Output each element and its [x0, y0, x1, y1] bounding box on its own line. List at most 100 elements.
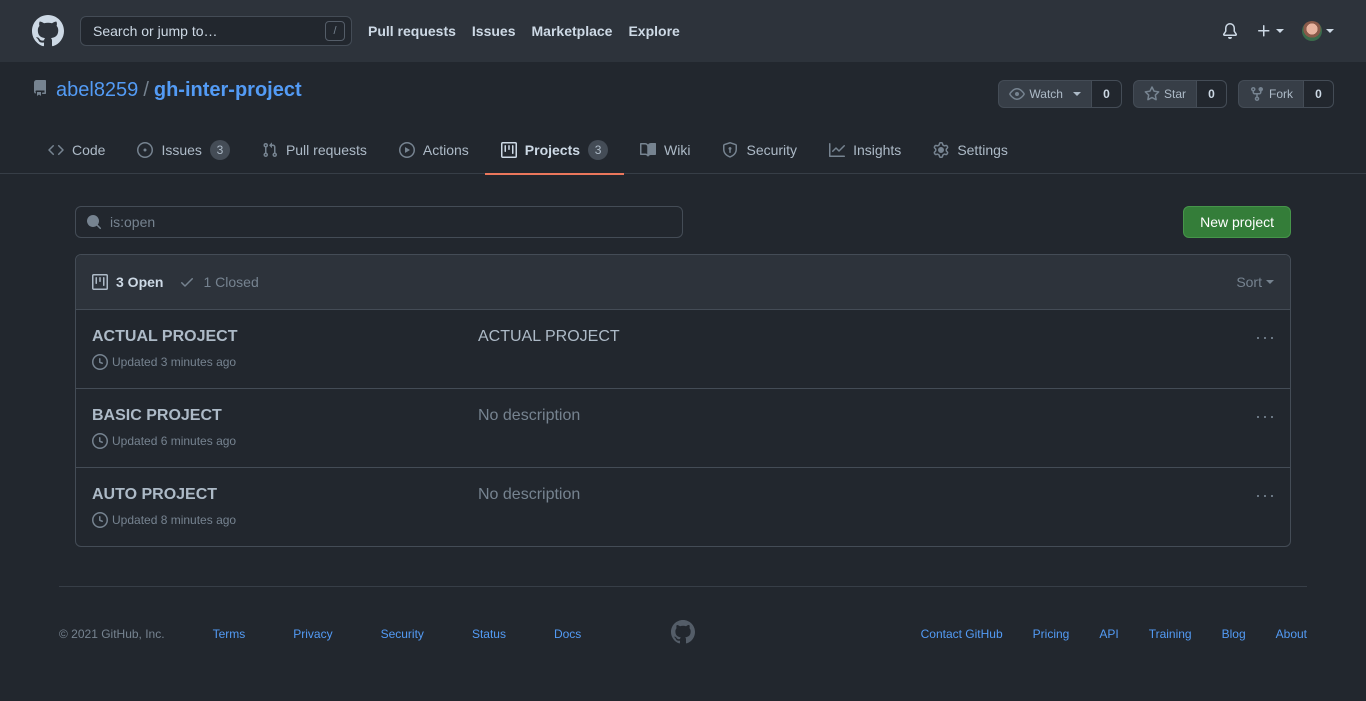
chevron-down-icon — [1276, 29, 1284, 33]
repo-name-link[interactable]: gh-inter-project — [154, 79, 302, 102]
code-icon — [48, 144, 64, 156]
updated-text: Updated 3 minutes ago — [112, 355, 237, 369]
clock-icon — [92, 512, 108, 528]
header-actions — [1222, 21, 1334, 41]
chevron-down-icon — [1326, 29, 1334, 33]
tab-label: Issues — [161, 142, 202, 158]
tab-label: Settings — [957, 142, 1008, 158]
list-item: AUTO PROJECT Updated 8 minutes ago No de… — [76, 468, 1290, 546]
footer-row: © 2021 GitHub, Inc. Terms Privacy Securi… — [59, 620, 1307, 644]
tab-issues[interactable]: Issues 3 — [121, 126, 245, 174]
tab-settings[interactable]: Settings — [917, 126, 1024, 174]
nav-pull-requests[interactable]: Pull requests — [368, 23, 456, 39]
project-title-link[interactable]: AUTO PROJECT — [92, 486, 217, 504]
create-new-dropdown[interactable] — [1256, 23, 1284, 39]
project-updated: Updated 8 minutes ago — [92, 512, 236, 528]
tab-code[interactable]: Code — [32, 126, 121, 174]
more-options-button[interactable]: ··· — [1255, 486, 1276, 504]
repo-owner-link[interactable]: abel8259 — [56, 79, 138, 102]
global-search-input[interactable]: Search or jump to… / — [80, 16, 352, 46]
eye-icon — [1009, 88, 1026, 100]
user-menu-dropdown[interactable] — [1302, 21, 1334, 41]
projects-page: New project 3 Open 1 Closed Sort ACTUAL … — [0, 174, 1366, 586]
search-icon — [87, 215, 102, 230]
footer-link-blog[interactable]: Blog — [1222, 627, 1246, 641]
avatar — [1302, 21, 1322, 41]
tab-label: Actions — [422, 142, 469, 158]
tab-security[interactable]: Security — [706, 126, 813, 174]
footer-link-pricing[interactable]: Pricing — [1033, 627, 1070, 641]
projects-filter-input[interactable] — [110, 214, 670, 230]
chevron-down-icon — [1266, 280, 1274, 284]
graph-icon — [829, 143, 846, 157]
star-count[interactable]: 0 — [1197, 80, 1227, 108]
bell-icon[interactable] — [1222, 23, 1238, 39]
github-footer-logo-icon[interactable] — [671, 620, 695, 647]
footer-link-docs[interactable]: Docs — [554, 627, 581, 641]
projects-filter[interactable] — [75, 206, 683, 238]
watch-count[interactable]: 0 — [1091, 80, 1122, 108]
tab-projects[interactable]: Projects 3 — [484, 126, 625, 175]
sort-label: Sort — [1236, 274, 1262, 290]
more-options-button[interactable]: ··· — [1255, 328, 1276, 346]
fork-label: Fork — [1269, 87, 1293, 101]
clock-icon — [92, 354, 108, 370]
star-icon — [1144, 86, 1160, 101]
star-label: Star — [1163, 87, 1186, 101]
tab-label: Projects — [524, 142, 581, 158]
copyright: © 2021 GitHub, Inc. — [59, 627, 165, 641]
footer-link-security[interactable]: Security — [381, 627, 424, 641]
repo-icon — [32, 79, 48, 102]
tab-label: Security — [746, 142, 798, 158]
footer-link-contact[interactable]: Contact GitHub — [921, 627, 1003, 641]
project-title-link[interactable]: BASIC PROJECT — [92, 407, 222, 425]
watch-button-group: Watch 0 — [998, 80, 1122, 108]
footer-links-left: Terms Privacy Security Status Docs — [213, 627, 582, 641]
watch-button[interactable]: Watch — [998, 80, 1092, 108]
github-logo-icon[interactable] — [32, 15, 64, 47]
footer-link-about[interactable]: About — [1276, 627, 1307, 641]
project-title-link[interactable]: ACTUAL PROJECT — [92, 328, 238, 346]
projects-count-badge: 3 — [588, 140, 609, 160]
footer-link-privacy[interactable]: Privacy — [293, 627, 332, 641]
search-placeholder: Search or jump to… — [93, 23, 218, 39]
issues-count-badge: 3 — [209, 140, 230, 160]
tab-wiki[interactable]: Wiki — [624, 126, 706, 174]
projects-list-header: 3 Open 1 Closed Sort — [76, 255, 1290, 310]
repo-path-separator: / — [143, 79, 149, 101]
tab-insights[interactable]: Insights — [813, 126, 917, 174]
nav-explore[interactable]: Explore — [628, 23, 679, 39]
open-projects-filter[interactable]: 3 Open — [92, 274, 163, 290]
more-options-button[interactable]: ··· — [1255, 407, 1276, 425]
project-updated: Updated 6 minutes ago — [92, 433, 236, 449]
tab-actions[interactable]: Actions — [383, 126, 485, 174]
star-button[interactable]: Star — [1132, 80, 1197, 108]
footer-link-status[interactable]: Status — [472, 627, 506, 641]
sort-dropdown[interactable]: Sort — [1236, 274, 1274, 290]
project-description: ACTUAL PROJECT — [478, 328, 620, 345]
tab-pull-requests[interactable]: Pull requests — [246, 126, 383, 174]
tab-label: Pull requests — [285, 142, 367, 158]
project-description: No description — [478, 407, 581, 424]
footer-link-training[interactable]: Training — [1149, 627, 1192, 641]
project-icon — [92, 274, 108, 290]
clock-icon — [92, 433, 108, 449]
nav-issues[interactable]: Issues — [472, 23, 516, 39]
search-shortcut-key: / — [325, 21, 345, 41]
footer-link-terms[interactable]: Terms — [213, 627, 246, 641]
tab-label: Code — [72, 142, 106, 158]
fork-icon — [1251, 87, 1263, 102]
book-icon — [640, 142, 657, 157]
closed-projects-filter[interactable]: 1 Closed — [179, 274, 259, 290]
new-project-button[interactable]: New project — [1183, 206, 1291, 238]
plus-icon — [1258, 25, 1270, 37]
fork-button[interactable]: Fork — [1238, 80, 1304, 108]
fork-count[interactable]: 0 — [1304, 80, 1334, 108]
footer-link-api[interactable]: API — [1099, 627, 1118, 641]
list-item: ACTUAL PROJECT Updated 3 minutes ago ACT… — [76, 310, 1290, 389]
watch-label: Watch — [1029, 87, 1063, 101]
global-header: Search or jump to… / Pull requests Issue… — [0, 0, 1366, 62]
nav-marketplace[interactable]: Marketplace — [532, 23, 613, 39]
projects-list: 3 Open 1 Closed Sort ACTUAL PROJECT Upda… — [75, 254, 1291, 547]
play-icon — [398, 142, 415, 158]
